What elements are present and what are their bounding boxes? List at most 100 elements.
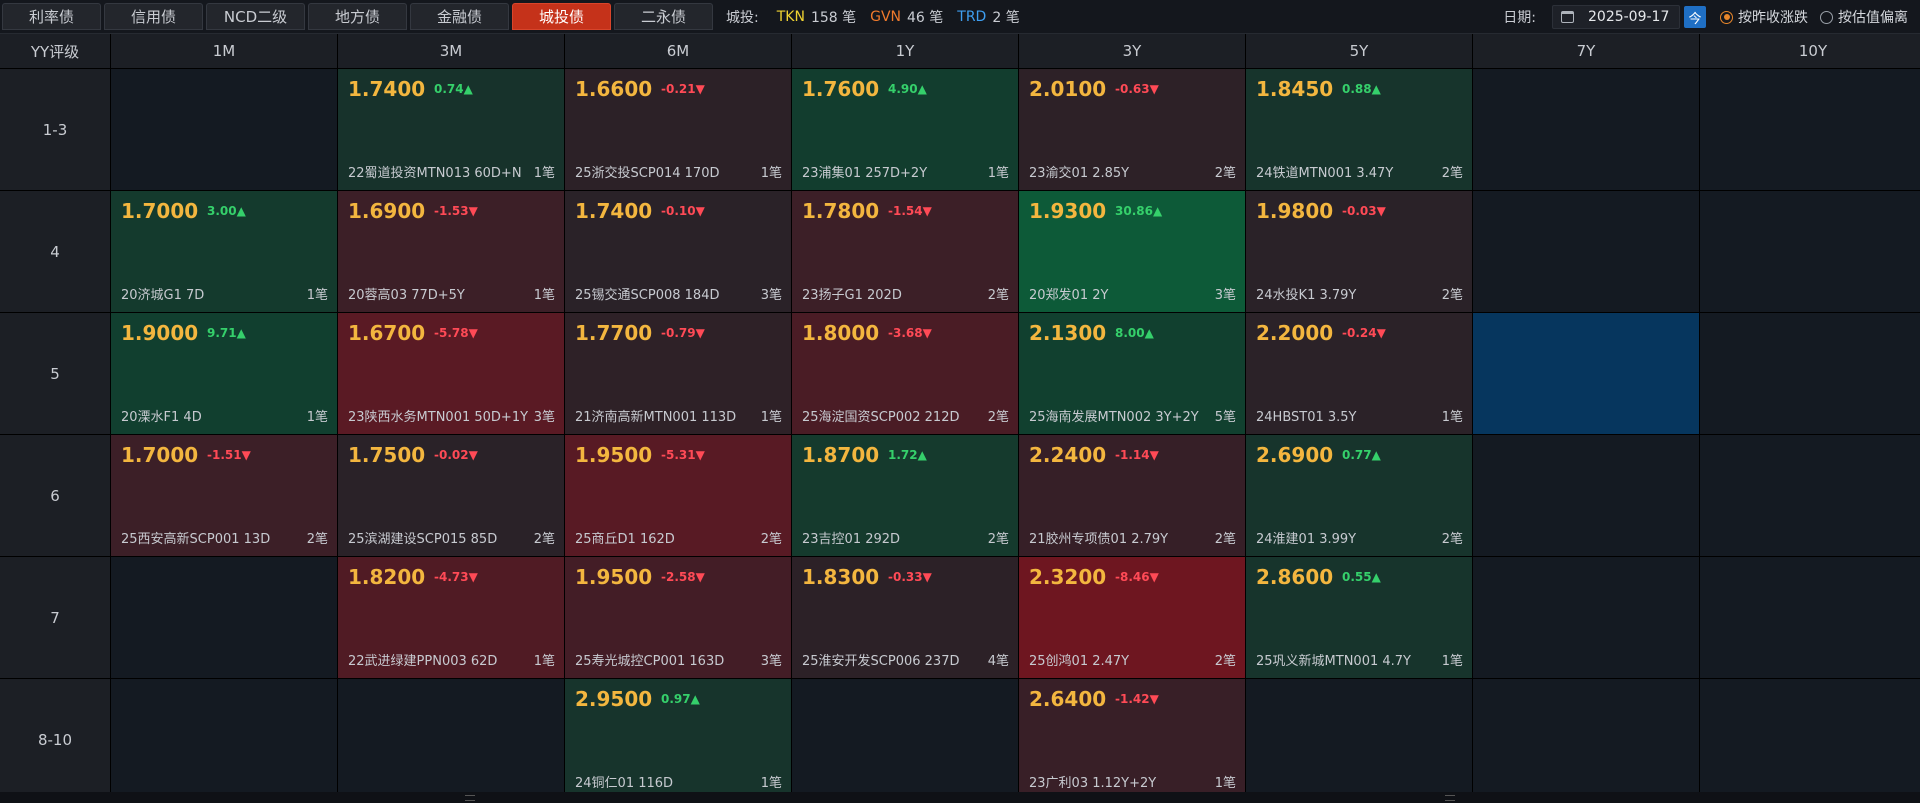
quote-cell[interactable]: 1.8200 -4.73▼ 22武进绿建PPN003 62D 1笔 xyxy=(338,557,564,678)
quote-cell[interactable]: 1.8000 -3.68▼ 25海淀国资SCP002 212D 2笔 xyxy=(792,313,1018,434)
quote-bond-name: 25淮安开发SCP006 237D xyxy=(802,654,960,669)
quote-cell[interactable]: 1.9800 -0.03▼ 24水投K1 3.79Y 2笔 xyxy=(1246,191,1472,312)
quote-trade-count: 2笔 xyxy=(1441,166,1463,181)
quote-cell[interactable]: 2.9500 0.97▲ 24铜仁01 116D 1笔 xyxy=(565,679,791,800)
quote-trade-count: 2笔 xyxy=(987,288,1009,303)
quote-cell[interactable]: 2.3200 -8.46▼ 25创鸿01 2.47Y 2笔 xyxy=(1019,557,1245,678)
empty-cell[interactable] xyxy=(1473,191,1699,312)
quote-cell[interactable]: 2.6900 0.77▲ 24淮建01 3.99Y 2笔 xyxy=(1246,435,1472,556)
quote-cell[interactable]: 1.6700 -5.78▼ 23陕西水务MTN001 50D+1Y 3笔 xyxy=(338,313,564,434)
quote-rate: 2.6900 xyxy=(1256,443,1334,467)
quote-rate: 1.8200 xyxy=(348,565,426,589)
quote-cell[interactable]: 1.7800 -1.54▼ 23扬子G1 202D 2笔 xyxy=(792,191,1018,312)
resize-handle-right[interactable] xyxy=(1445,795,1455,801)
empty-cell[interactable] xyxy=(1700,435,1920,556)
quote-cell[interactable]: 1.7000 -1.51▼ 25西安高新SCP001 13D 2笔 xyxy=(111,435,337,556)
tab-2[interactable]: NCD二级 xyxy=(206,3,305,30)
empty-cell[interactable] xyxy=(1473,557,1699,678)
quote-bond-name: 24淮建01 3.99Y xyxy=(1256,532,1357,547)
quote-cell[interactable]: 1.9500 -2.58▼ 25寿光城控CP001 163D 3笔 xyxy=(565,557,791,678)
empty-cell[interactable] xyxy=(792,679,1018,800)
quote-cell[interactable]: 1.9000 9.71▲ 20溧水F1 4D 1笔 xyxy=(111,313,337,434)
quote-cell[interactable]: 1.9500 -5.31▼ 25商丘D1 162D 2笔 xyxy=(565,435,791,556)
quote-change: 1.72▲ xyxy=(888,448,927,462)
radio-label: 按估值偏离 xyxy=(1838,10,1908,26)
empty-cell[interactable] xyxy=(338,679,564,800)
calendar-icon[interactable] xyxy=(1561,11,1574,23)
quote-bond-name: 25巩义新城MTN001 4.7Y xyxy=(1256,654,1411,669)
radio-option-1[interactable]: 按估值偏离 xyxy=(1820,7,1908,27)
quote-bond-name: 25浙交投SCP014 170D xyxy=(575,166,720,181)
empty-cell[interactable] xyxy=(1473,679,1699,800)
quote-cell[interactable]: 1.7600 4.90▲ 23浦集01 257D+2Y 1笔 xyxy=(792,69,1018,190)
empty-cell[interactable] xyxy=(1700,557,1920,678)
empty-cell[interactable] xyxy=(1700,69,1920,190)
quote-rate: 1.8300 xyxy=(802,565,880,589)
tab-0[interactable]: 利率债 xyxy=(2,3,101,30)
quote-cell[interactable]: 1.7500 -0.02▼ 25滨湖建设SCP015 85D 2笔 xyxy=(338,435,564,556)
quote-cell[interactable]: 1.9300 30.86▲ 20郑发01 2Y 3笔 xyxy=(1019,191,1245,312)
quote-change: -1.53▼ xyxy=(434,204,478,218)
quote-bond-name: 25滨湖建设SCP015 85D xyxy=(348,532,498,547)
empty-cell[interactable] xyxy=(1473,69,1699,190)
empty-cell[interactable] xyxy=(111,679,337,800)
quote-cell[interactable]: 1.6600 -0.21▼ 25浙交投SCP014 170D 1笔 xyxy=(565,69,791,190)
quote-change: -3.68▼ xyxy=(888,326,932,340)
resize-handle-left[interactable] xyxy=(465,795,475,801)
empty-cell[interactable] xyxy=(1473,435,1699,556)
quote-cell[interactable]: 2.6400 -1.42▼ 23广利03 1.12Y+2Y 1笔 xyxy=(1019,679,1245,800)
empty-cell[interactable] xyxy=(111,557,337,678)
quote-cell[interactable]: 1.8700 1.72▲ 23吉控01 292D 2笔 xyxy=(792,435,1018,556)
count-value-gvn: 46 笔 xyxy=(907,9,944,26)
quote-bond-name: 22武进绿建PPN003 62D xyxy=(348,654,498,669)
quote-change: -0.02▼ xyxy=(434,448,478,462)
quote-rate: 2.2000 xyxy=(1256,321,1334,345)
quote-change: -0.79▼ xyxy=(661,326,705,340)
radio-dot-icon[interactable] xyxy=(1720,10,1733,24)
quote-bond-name: 25寿光城控CP001 163D xyxy=(575,654,725,669)
empty-cell[interactable] xyxy=(1246,679,1472,800)
quote-trade-count: 4笔 xyxy=(987,654,1009,669)
quote-rate: 1.8000 xyxy=(802,321,880,345)
quote-cell[interactable]: 1.7000 3.00▲ 20济城G1 7D 1笔 xyxy=(111,191,337,312)
tab-4[interactable]: 金融债 xyxy=(410,3,509,30)
today-button[interactable]: 今 xyxy=(1684,6,1706,28)
quote-cell[interactable]: 1.6900 -1.53▼ 20蓉高03 77D+5Y 1笔 xyxy=(338,191,564,312)
quote-cell[interactable]: 1.8300 -0.33▼ 25淮安开发SCP006 237D 4笔 xyxy=(792,557,1018,678)
quote-cell[interactable]: 1.7700 -0.79▼ 21济南高新MTN001 113D 1笔 xyxy=(565,313,791,434)
quote-rate: 1.8700 xyxy=(802,443,880,467)
tenor-header-10y: 10Y xyxy=(1700,34,1920,68)
quote-trade-count: 1笔 xyxy=(306,288,328,303)
date-picker[interactable]: 2025-09-17 xyxy=(1552,5,1680,29)
selected-empty-cell[interactable] xyxy=(1473,313,1699,434)
quote-rate: 2.6400 xyxy=(1029,687,1107,711)
tab-5[interactable]: 城投债 xyxy=(512,3,611,30)
quote-cell[interactable]: 2.0100 -0.63▼ 23渝交01 2.85Y 2笔 xyxy=(1019,69,1245,190)
quote-cell[interactable]: 1.7400 0.74▲ 22蜀道投资MTN013 60D+N 1笔 xyxy=(338,69,564,190)
radio-dot-icon[interactable] xyxy=(1820,10,1833,24)
rating-row-label: 4 xyxy=(0,191,110,312)
quote-bond-name: 21济南高新MTN001 113D xyxy=(575,410,737,425)
tab-6[interactable]: 二永债 xyxy=(614,3,713,30)
quote-cell[interactable]: 2.8600 0.55▲ 25巩义新城MTN001 4.7Y 1笔 xyxy=(1246,557,1472,678)
quote-cell[interactable]: 1.8450 0.88▲ 24铁道MTN001 3.47Y 2笔 xyxy=(1246,69,1472,190)
quote-cell[interactable]: 1.7400 -0.10▼ 25锡交通SCP008 184D 3笔 xyxy=(565,191,791,312)
quote-rate: 1.9800 xyxy=(1256,199,1334,223)
empty-cell[interactable] xyxy=(111,69,337,190)
quote-cell[interactable]: 2.1300 8.00▲ 25海南发展MTN002 3Y+2Y 5笔 xyxy=(1019,313,1245,434)
quote-change: 0.88▲ xyxy=(1342,82,1381,96)
rating-row-label: 8-10 xyxy=(0,679,110,800)
tab-1[interactable]: 信用债 xyxy=(104,3,203,30)
quote-rate: 1.9000 xyxy=(121,321,199,345)
quote-trade-count: 2笔 xyxy=(1214,532,1236,547)
quote-rate: 1.8450 xyxy=(1256,77,1334,101)
tab-3[interactable]: 地方债 xyxy=(308,3,407,30)
empty-cell[interactable] xyxy=(1700,191,1920,312)
quote-cell[interactable]: 2.2400 -1.14▼ 21胶州专项债01 2.79Y 2笔 xyxy=(1019,435,1245,556)
empty-cell[interactable] xyxy=(1700,679,1920,800)
quote-change: -0.24▼ xyxy=(1342,326,1386,340)
empty-cell[interactable] xyxy=(1700,313,1920,434)
radio-option-0[interactable]: 按昨收涨跌 xyxy=(1720,7,1808,27)
quote-cell[interactable]: 2.2000 -0.24▼ 24HBST01 3.5Y 1笔 xyxy=(1246,313,1472,434)
rating-header: YY评级 xyxy=(0,34,110,68)
